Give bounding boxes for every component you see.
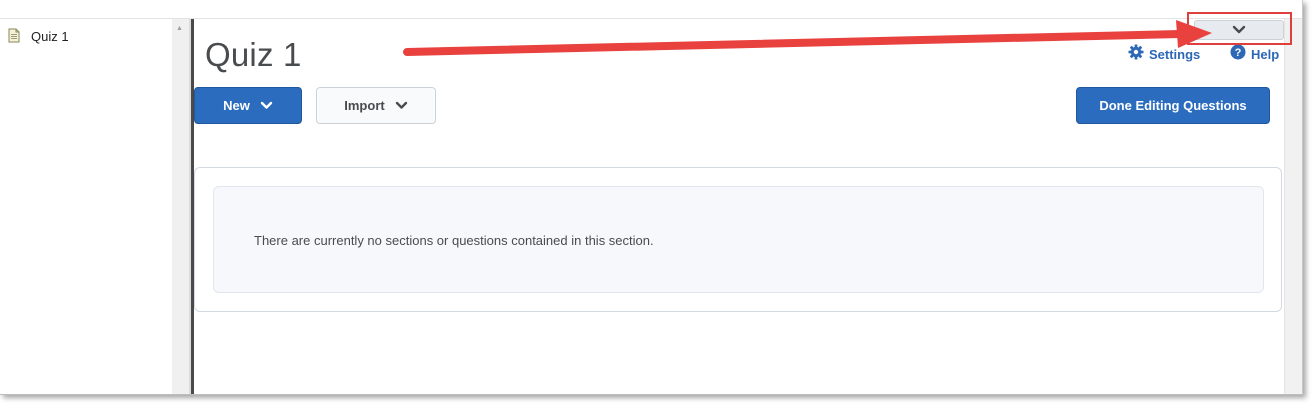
chevron-down-icon <box>395 98 408 113</box>
tree-item-label: Quiz 1 <box>31 28 69 44</box>
settings-link[interactable]: Settings <box>1128 44 1200 65</box>
empty-state-message: There are currently no sections or quest… <box>254 233 654 248</box>
import-button-label: Import <box>344 98 385 113</box>
settings-label: Settings <box>1149 47 1201 62</box>
done-editing-questions-button[interactable]: Done Editing Questions <box>1076 87 1270 124</box>
scroll-up-icon[interactable]: ▲ <box>176 25 183 32</box>
annotation-highlight-box <box>1187 12 1292 45</box>
new-button[interactable]: New <box>194 87 302 124</box>
document-icon <box>8 28 22 44</box>
page-title: Quiz 1 <box>205 36 302 73</box>
help-link[interactable]: ? Help <box>1230 44 1279 65</box>
svg-text:?: ? <box>1235 47 1242 59</box>
help-circle-icon: ? <box>1230 44 1246 65</box>
import-button[interactable]: Import <box>316 87 436 124</box>
help-label: Help <box>1251 47 1280 62</box>
gear-icon <box>1128 44 1144 65</box>
tree-scrollbar[interactable]: ▲ <box>172 19 189 394</box>
chevron-down-icon <box>260 98 273 113</box>
main-scrollbar[interactable] <box>1284 19 1302 394</box>
question-tree-pane: Quiz 1 <box>0 19 172 394</box>
new-button-label: New <box>223 98 250 113</box>
tree-item-quiz[interactable]: Quiz 1 <box>8 28 69 44</box>
done-button-label: Done Editing Questions <box>1099 98 1247 113</box>
